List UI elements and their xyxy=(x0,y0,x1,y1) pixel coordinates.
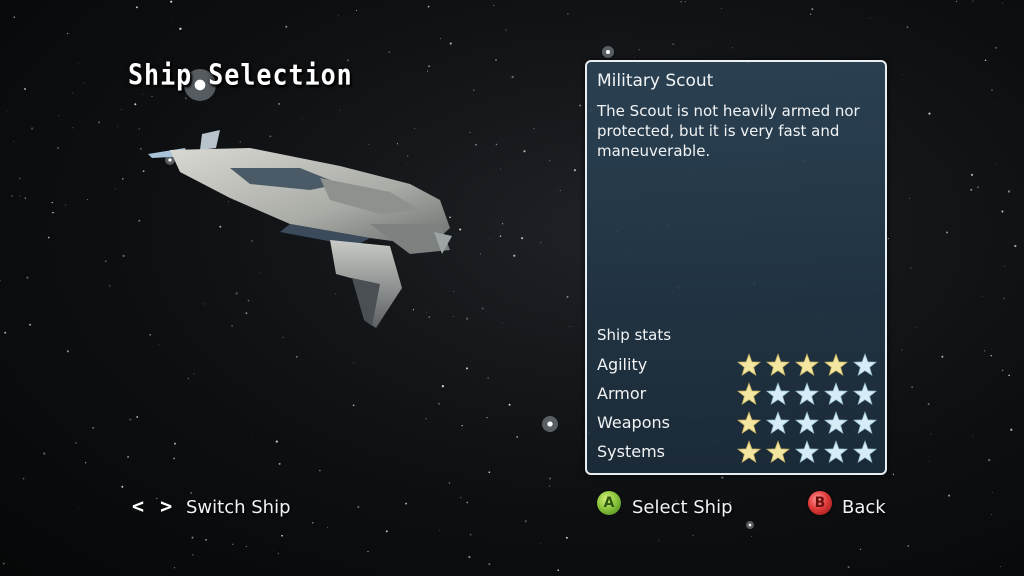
stat-row-weapons: Weapons xyxy=(597,411,877,435)
stat-row-armor: Armor xyxy=(597,382,877,406)
star-empty-icon xyxy=(853,440,877,464)
ship-info-panel: Military Scout The Scout is not heavily … xyxy=(585,60,887,475)
star-filled-icon xyxy=(737,382,761,406)
ship-name: Military Scout xyxy=(597,71,714,91)
star-empty-icon xyxy=(853,411,877,435)
ship-model xyxy=(148,130,452,328)
star-empty-icon xyxy=(766,411,790,435)
star-empty-icon xyxy=(766,382,790,406)
star-filled-icon xyxy=(795,353,819,377)
star-empty-icon xyxy=(795,382,819,406)
star-empty-icon xyxy=(795,440,819,464)
star-filled-icon xyxy=(766,440,790,464)
switch-ship-arrows-icon[interactable]: < > xyxy=(132,494,174,518)
stat-label: Armor xyxy=(597,384,647,403)
stat-row-agility: Agility xyxy=(597,353,877,377)
select-ship-label[interactable]: Select Ship xyxy=(632,497,733,518)
stat-label: Agility xyxy=(597,355,648,374)
page-title: Ship Selection xyxy=(128,58,353,92)
b-button-icon[interactable]: B xyxy=(808,491,832,515)
switch-ship-label[interactable]: Switch Ship xyxy=(186,497,291,518)
star-filled-icon xyxy=(737,353,761,377)
star-filled-icon xyxy=(766,353,790,377)
stat-row-systems: Systems xyxy=(597,440,877,464)
stat-label: Systems xyxy=(597,442,665,461)
star-empty-icon xyxy=(795,411,819,435)
star-filled-icon xyxy=(737,440,761,464)
star-filled-icon xyxy=(737,411,761,435)
star-empty-icon xyxy=(824,411,848,435)
star-empty-icon xyxy=(824,382,848,406)
a-button-icon[interactable]: A xyxy=(597,491,621,515)
star-empty-icon xyxy=(853,382,877,406)
stat-label: Weapons xyxy=(597,413,670,432)
ship-stats-heading: Ship stats xyxy=(597,326,672,344)
ship-description: The Scout is not heavily armed nor prote… xyxy=(597,102,860,160)
star-empty-icon xyxy=(824,440,848,464)
star-empty-icon xyxy=(853,353,877,377)
back-label[interactable]: Back xyxy=(842,497,886,518)
star-filled-icon xyxy=(824,353,848,377)
